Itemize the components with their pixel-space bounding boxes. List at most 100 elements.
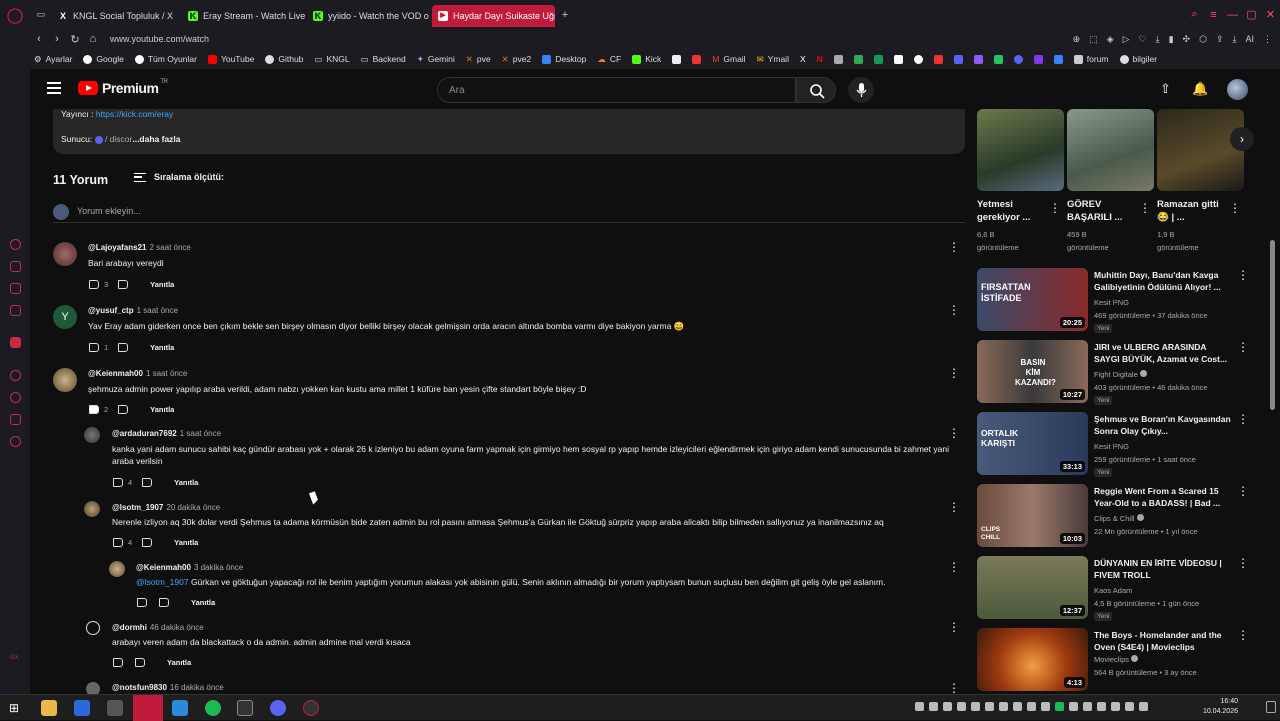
- clock[interactable]: 16:40 10.04.2026: [1198, 697, 1238, 717]
- reply-button[interactable]: Yanıtla: [150, 343, 174, 352]
- like-icon[interactable]: [89, 343, 99, 352]
- dislike-icon[interactable]: [118, 280, 129, 289]
- url-field[interactable]: www.youtube.com/watch: [110, 34, 209, 44]
- avatar[interactable]: [109, 561, 125, 577]
- search-tabs-icon[interactable]: ⌕: [1185, 8, 1204, 21]
- menu-icon[interactable]: ≡: [1204, 9, 1223, 21]
- comment-author[interactable]: @notsfun9830: [112, 683, 167, 692]
- bookmark-desktop[interactable]: Desktop: [542, 54, 586, 64]
- sidebar-icon[interactable]: [10, 283, 21, 294]
- youtube-premium-logo[interactable]: Premium TR: [78, 79, 168, 96]
- comment-menu-icon[interactable]: [948, 620, 960, 634]
- more-icon[interactable]: ⋮: [1263, 34, 1272, 45]
- app-icon[interactable]: [107, 700, 123, 716]
- bell-icon[interactable]: 🔔: [1192, 81, 1208, 97]
- hamburger-menu-icon[interactable]: [47, 82, 61, 94]
- channel-name[interactable]: Movieclips: [1094, 654, 1139, 666]
- app-icon[interactable]: [893, 54, 903, 64]
- settings-icon[interactable]: [10, 436, 21, 447]
- bookmark-kick[interactable]: Kick: [632, 54, 661, 64]
- avatar[interactable]: [53, 242, 77, 266]
- video-thumbnail[interactable]: 12:37: [977, 556, 1088, 619]
- ai-button[interactable]: AI: [1245, 34, 1254, 44]
- close-icon[interactable]: ✕: [1261, 8, 1280, 21]
- video-thumbnail[interactable]: CLIPS CHILL 10:03: [977, 484, 1088, 547]
- stats-icon[interactable]: ▮: [1169, 34, 1174, 45]
- video-title[interactable]: Muhittin Dayı, Banu'dan Kavga Galibiyeti…: [1094, 269, 1234, 293]
- like-icon[interactable]: [137, 598, 147, 607]
- home-icon[interactable]: ⌂: [84, 33, 102, 45]
- spotify-icon[interactable]: [205, 700, 221, 716]
- tab-kick-yyiido[interactable]: Kyyiido - Watch the VOD o: [307, 5, 432, 27]
- comment-menu-icon[interactable]: [948, 681, 960, 694]
- mic-button[interactable]: [848, 77, 874, 103]
- dislike-icon[interactable]: [135, 658, 145, 667]
- sort-button[interactable]: Sıralama ölçütü:: [134, 172, 224, 182]
- tray-icon[interactable]: [929, 702, 938, 711]
- comment-author[interactable]: @Keienmah00: [88, 369, 143, 378]
- like-icon[interactable]: [113, 478, 123, 487]
- avatar[interactable]: [84, 501, 100, 517]
- upload-icon[interactable]: ⇪: [1216, 34, 1224, 45]
- battery-icon[interactable]: [1139, 702, 1148, 711]
- avatar[interactable]: [53, 368, 77, 392]
- twitch-icon[interactable]: [10, 337, 21, 348]
- avatar[interactable]: Y: [53, 305, 77, 329]
- bookmark-youtube[interactable]: YouTube: [207, 54, 254, 64]
- channel-name[interactable]: Kesit PNG: [1094, 297, 1129, 309]
- video-menu-icon[interactable]: [1237, 268, 1249, 282]
- volume-icon[interactable]: [1125, 702, 1134, 711]
- comment-author[interactable]: @dormhi: [112, 623, 147, 632]
- show-more-button[interactable]: ...daha fazla: [132, 134, 180, 144]
- video-title[interactable]: Ramazan gitti 😂 | ...: [1157, 198, 1227, 224]
- save-icon[interactable]: ⤓: [1233, 34, 1237, 45]
- video-title[interactable]: Yetmesi gerekiyor ...: [977, 198, 1047, 224]
- screenshot-icon[interactable]: ⬚: [1089, 34, 1098, 45]
- app-icon[interactable]: [672, 54, 682, 64]
- tab-x[interactable]: X KNGL Social Topluluk / X: [52, 5, 182, 27]
- upload-icon[interactable]: ⇧: [1160, 81, 1171, 97]
- app-icon[interactable]: [692, 54, 702, 64]
- sidebar-icon[interactable]: [10, 239, 21, 250]
- comment-author[interactable]: @Lajoyafans21: [88, 243, 147, 252]
- video-thumbnail[interactable]: [1067, 109, 1154, 191]
- app-icon[interactable]: [993, 54, 1003, 64]
- tray-icon[interactable]: [1069, 702, 1078, 711]
- bookmark-backend[interactable]: ▭ Backend: [361, 54, 406, 65]
- comment-author[interactable]: @lsotm_1907: [112, 503, 163, 512]
- reply-button[interactable]: Yanıtla: [191, 598, 215, 607]
- video-thumbnail[interactable]: [1157, 109, 1244, 191]
- app-icon[interactable]: [933, 54, 943, 64]
- forward-icon[interactable]: ›: [48, 33, 66, 45]
- sidebar-icon[interactable]: [10, 261, 21, 272]
- bookmark-pve2[interactable]: ✕ pve2: [502, 54, 532, 65]
- comment-menu-icon[interactable]: [948, 560, 960, 574]
- avatar[interactable]: [86, 621, 100, 635]
- sidebar-icon[interactable]: [10, 305, 21, 316]
- channel-name[interactable]: Clips & Chill: [1094, 513, 1144, 525]
- tray-icon[interactable]: [999, 702, 1008, 711]
- channel-name[interactable]: Kaos Adam: [1094, 585, 1132, 597]
- sidebar-icon[interactable]: [10, 370, 21, 381]
- tray-icon[interactable]: [985, 702, 994, 711]
- cube-icon[interactable]: ⬡: [1199, 34, 1207, 45]
- avatar[interactable]: [84, 427, 100, 443]
- next-arrow-button[interactable]: ›: [1230, 127, 1254, 151]
- video-thumbnail[interactable]: 4:13: [977, 628, 1088, 691]
- download-icon[interactable]: ⤓: [1156, 34, 1160, 45]
- comment-author[interactable]: @Keienmah00: [136, 563, 191, 572]
- channel-name[interactable]: Kesit PNG: [1094, 441, 1129, 453]
- shield-icon[interactable]: ◈: [1107, 34, 1114, 45]
- reload-icon[interactable]: ↻: [66, 33, 84, 46]
- play-icon[interactable]: ▷: [1123, 34, 1130, 45]
- bookmark-google[interactable]: Google: [83, 54, 124, 64]
- tab-youtube-active[interactable]: ▶ Haydar Dayı Suikaste Uğra: [432, 5, 555, 27]
- tray-icon[interactable]: [957, 702, 966, 711]
- dislike-icon[interactable]: [159, 598, 169, 607]
- like-icon[interactable]: [113, 538, 123, 547]
- comment-menu-icon[interactable]: [948, 366, 960, 380]
- search-input[interactable]: Ara: [437, 77, 796, 103]
- comment-menu-icon[interactable]: [948, 240, 960, 254]
- video-thumbnail[interactable]: BASIN KİM KAZANDI? 10:27: [977, 340, 1088, 403]
- minimize-icon[interactable]: —: [1223, 9, 1242, 21]
